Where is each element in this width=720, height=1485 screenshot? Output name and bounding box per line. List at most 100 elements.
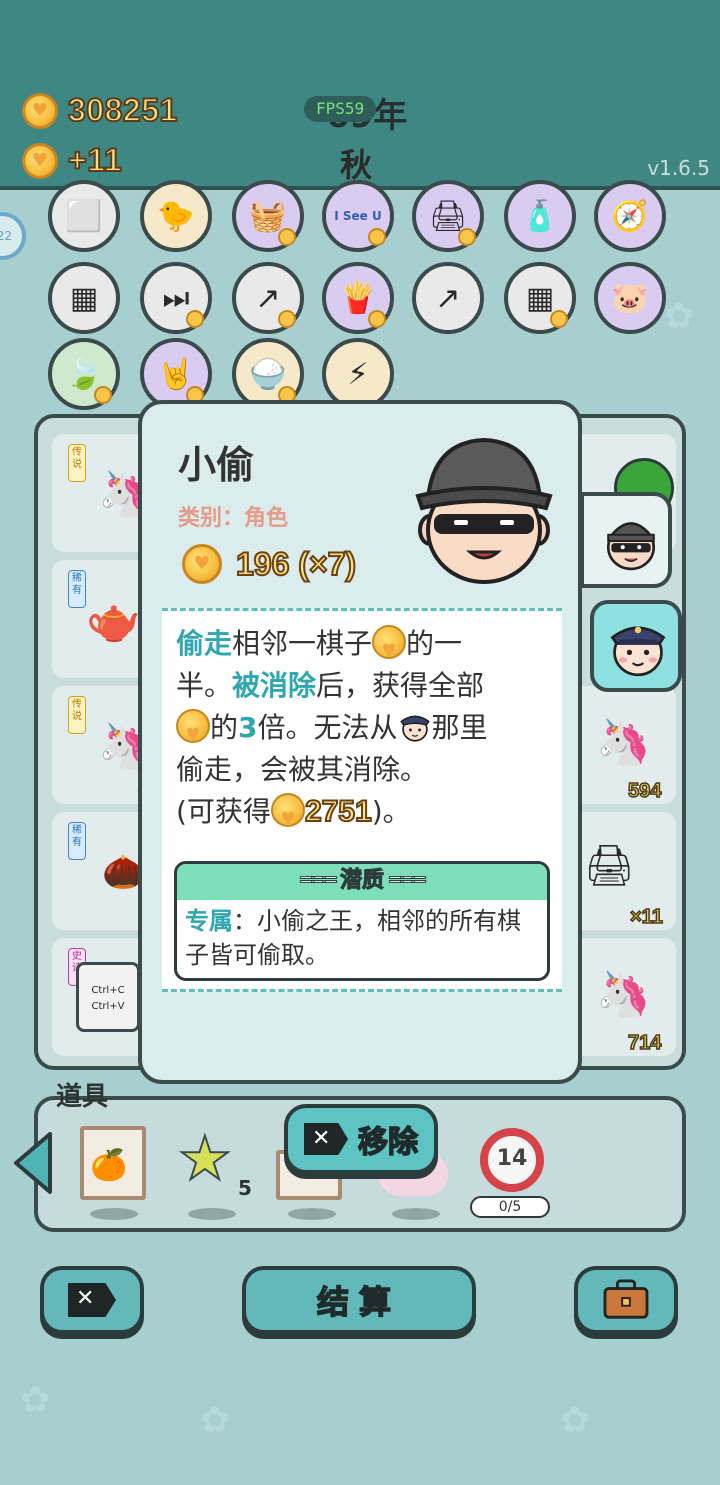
remove-button-label: 移除 (357, 1124, 419, 1161)
printer-icon: 🖨 (584, 843, 635, 889)
leaf-icon[interactable]: 🍃 (48, 338, 120, 410)
keyword-steal: 偷走 (176, 627, 233, 660)
piggy-bank-glyph: 🐷 (611, 280, 649, 316)
sugar-cubes-icon[interactable]: ▦ (48, 262, 120, 334)
coin-badge-icon (368, 310, 386, 328)
keyword-eliminated: 被消除 (232, 669, 317, 702)
unicorn-icon: 🦄 (596, 717, 651, 768)
fruit-basket-glyph: 🧺 (249, 198, 287, 234)
item-shadow (90, 1208, 138, 1220)
lightning-glyph: ⚡ (347, 356, 369, 392)
police-icon (399, 715, 430, 742)
rock-hand-glyph: 🤘 (157, 356, 195, 392)
sugar-cubes-2-glyph: ▦ (525, 280, 555, 316)
piggy-bank-icon[interactable]: 🐷 (594, 262, 666, 334)
unicorn-icon: 🦄 (596, 969, 651, 1020)
speed-limit-sign[interactable]: 14 (480, 1128, 544, 1192)
chick-icon[interactable]: 🐤 (140, 180, 212, 252)
fries-icon[interactable]: 🍟 (322, 262, 394, 334)
top-hud: 308251 +11 69年 FPS59 秋 v1.6.5 (0, 0, 720, 190)
compass-icon[interactable]: 🧭 (594, 180, 666, 252)
rarity-tag-rare: 稀有 (68, 570, 86, 608)
left-arrow-icon[interactable] (10, 1130, 54, 1196)
rarity-tag-rare: 稀有 (68, 822, 86, 860)
coin-badge-icon (94, 386, 112, 404)
coin-total: 308251 (22, 91, 178, 129)
coin-icon (22, 92, 58, 129)
fps-counter: FPS59 (304, 96, 377, 122)
gain-value: 2751 (304, 794, 373, 829)
background-flower-icon: ✿ (200, 1400, 231, 1441)
rarity-tag-legend: 传说 (68, 444, 86, 482)
trait-panel: ═══ 潜质 ═══ 专属：小偷之王，相邻的所有棋子皆可偷取。 (174, 861, 550, 981)
tab-police[interactable] (590, 600, 682, 692)
skip-icon[interactable]: ⏭ (140, 262, 212, 334)
i-see-u-glyph: I See U (334, 209, 382, 223)
briefcase-button[interactable] (574, 1266, 678, 1334)
slot-value: 594 (627, 779, 662, 803)
desc-text: (可获得 (176, 795, 271, 828)
slot-value: ×11 (629, 905, 663, 929)
thief-avatar-icon (606, 522, 656, 571)
sugar-cubes-2-icon[interactable]: ▦ (504, 262, 576, 334)
slot-value: 714 (627, 1031, 662, 1055)
bottle-icon[interactable]: 🧴 (504, 180, 576, 252)
piece-value: 196 (×7) (182, 544, 357, 584)
items-title: 道具 (56, 1082, 109, 1112)
star-count: 5 (238, 1176, 252, 1200)
egg-tray-glyph: ⬜ (65, 198, 103, 234)
egg-tray-icon[interactable]: ⬜ (48, 180, 120, 252)
side-badge[interactable]: 22 (0, 212, 26, 260)
item-shadow (392, 1208, 440, 1220)
tab-thief[interactable] (580, 492, 672, 588)
desc-text: 偷走，会被其消除。 (176, 753, 429, 786)
background-flower-icon: ✿ (20, 1380, 51, 1421)
board-slot[interactable]: 🖨 ×11 (572, 812, 676, 930)
piece-category: 类别：角色 (178, 506, 289, 531)
sugar-cubes-glyph: ▦ (69, 280, 99, 316)
desc-text: 的一 (406, 627, 463, 660)
leaf-glyph: 🍃 (65, 356, 103, 392)
star-icon: ★ (177, 1123, 233, 1195)
coin-icon (372, 625, 407, 672)
teapot-icon: 🫖 (86, 595, 141, 646)
item-star[interactable]: ★ 5 (177, 1123, 252, 1200)
coin-income-value: +11 (67, 141, 123, 179)
printer-icon[interactable]: 🖨 (412, 180, 484, 252)
close-icon: ✕ (304, 1123, 348, 1155)
coin-badge-icon (550, 310, 568, 328)
fruit-basket-icon[interactable]: 🧺 (232, 180, 304, 252)
cancel-button[interactable]: ✕ (40, 1266, 144, 1334)
trait-header-deco: ═══ (300, 868, 340, 894)
version-label: v1.6.5 (647, 156, 710, 180)
settle-button-label: 结算 (316, 1282, 401, 1322)
arrow-card-icon[interactable]: ↗ (232, 262, 304, 334)
piece-title: 小偷 (178, 443, 255, 487)
briefcase-icon (603, 1279, 649, 1319)
remove-button[interactable]: ✕ 移除 (284, 1104, 438, 1174)
coin-income: +11 (22, 141, 123, 179)
coin-badge-icon (186, 310, 204, 328)
item-shadow (188, 1208, 236, 1220)
rice-bowl-glyph: 🍚 (249, 356, 287, 392)
fries-glyph: 🍟 (339, 280, 377, 316)
trait-text: ：小偷之王，相邻的所有棋子皆可偷取。 (185, 907, 521, 969)
trait-keyword: 专属 (185, 907, 233, 935)
trait-body: 专属：小偷之王，相邻的所有棋子皆可偷取。 (177, 900, 547, 976)
arrow-card-2-icon[interactable]: ↗ (412, 262, 484, 334)
piece-description: 偷走相邻一棋子的一 半。被消除后，获得全部 的3倍。无法从 那里 偷走，会被其消… (176, 623, 554, 840)
thief-portrait-icon (415, 437, 553, 584)
close-icon: ✕ (68, 1283, 116, 1317)
item-frame-fruit[interactable]: 🍊 (80, 1126, 146, 1200)
board-slot[interactable]: 🦄 594 (572, 686, 676, 804)
coin-badge-icon (458, 228, 476, 246)
trait-header-label: 潜质 (339, 868, 384, 894)
piece-info-card: 小偷 类别：角色 196 (×7) 偷走相邻一棋子的一 半。被消除后，获得全部 … (138, 400, 582, 1084)
rarity-tag-legend: 传说 (68, 696, 86, 734)
board-slot[interactable]: 🦄 714 (572, 938, 676, 1056)
desc-text: 的 (210, 711, 239, 744)
settle-button[interactable]: 结算 (242, 1266, 476, 1334)
printer-glyph: 🖨 (428, 198, 468, 234)
i-see-u-icon[interactable]: I See U (322, 180, 394, 252)
police-avatar-icon (610, 626, 666, 677)
